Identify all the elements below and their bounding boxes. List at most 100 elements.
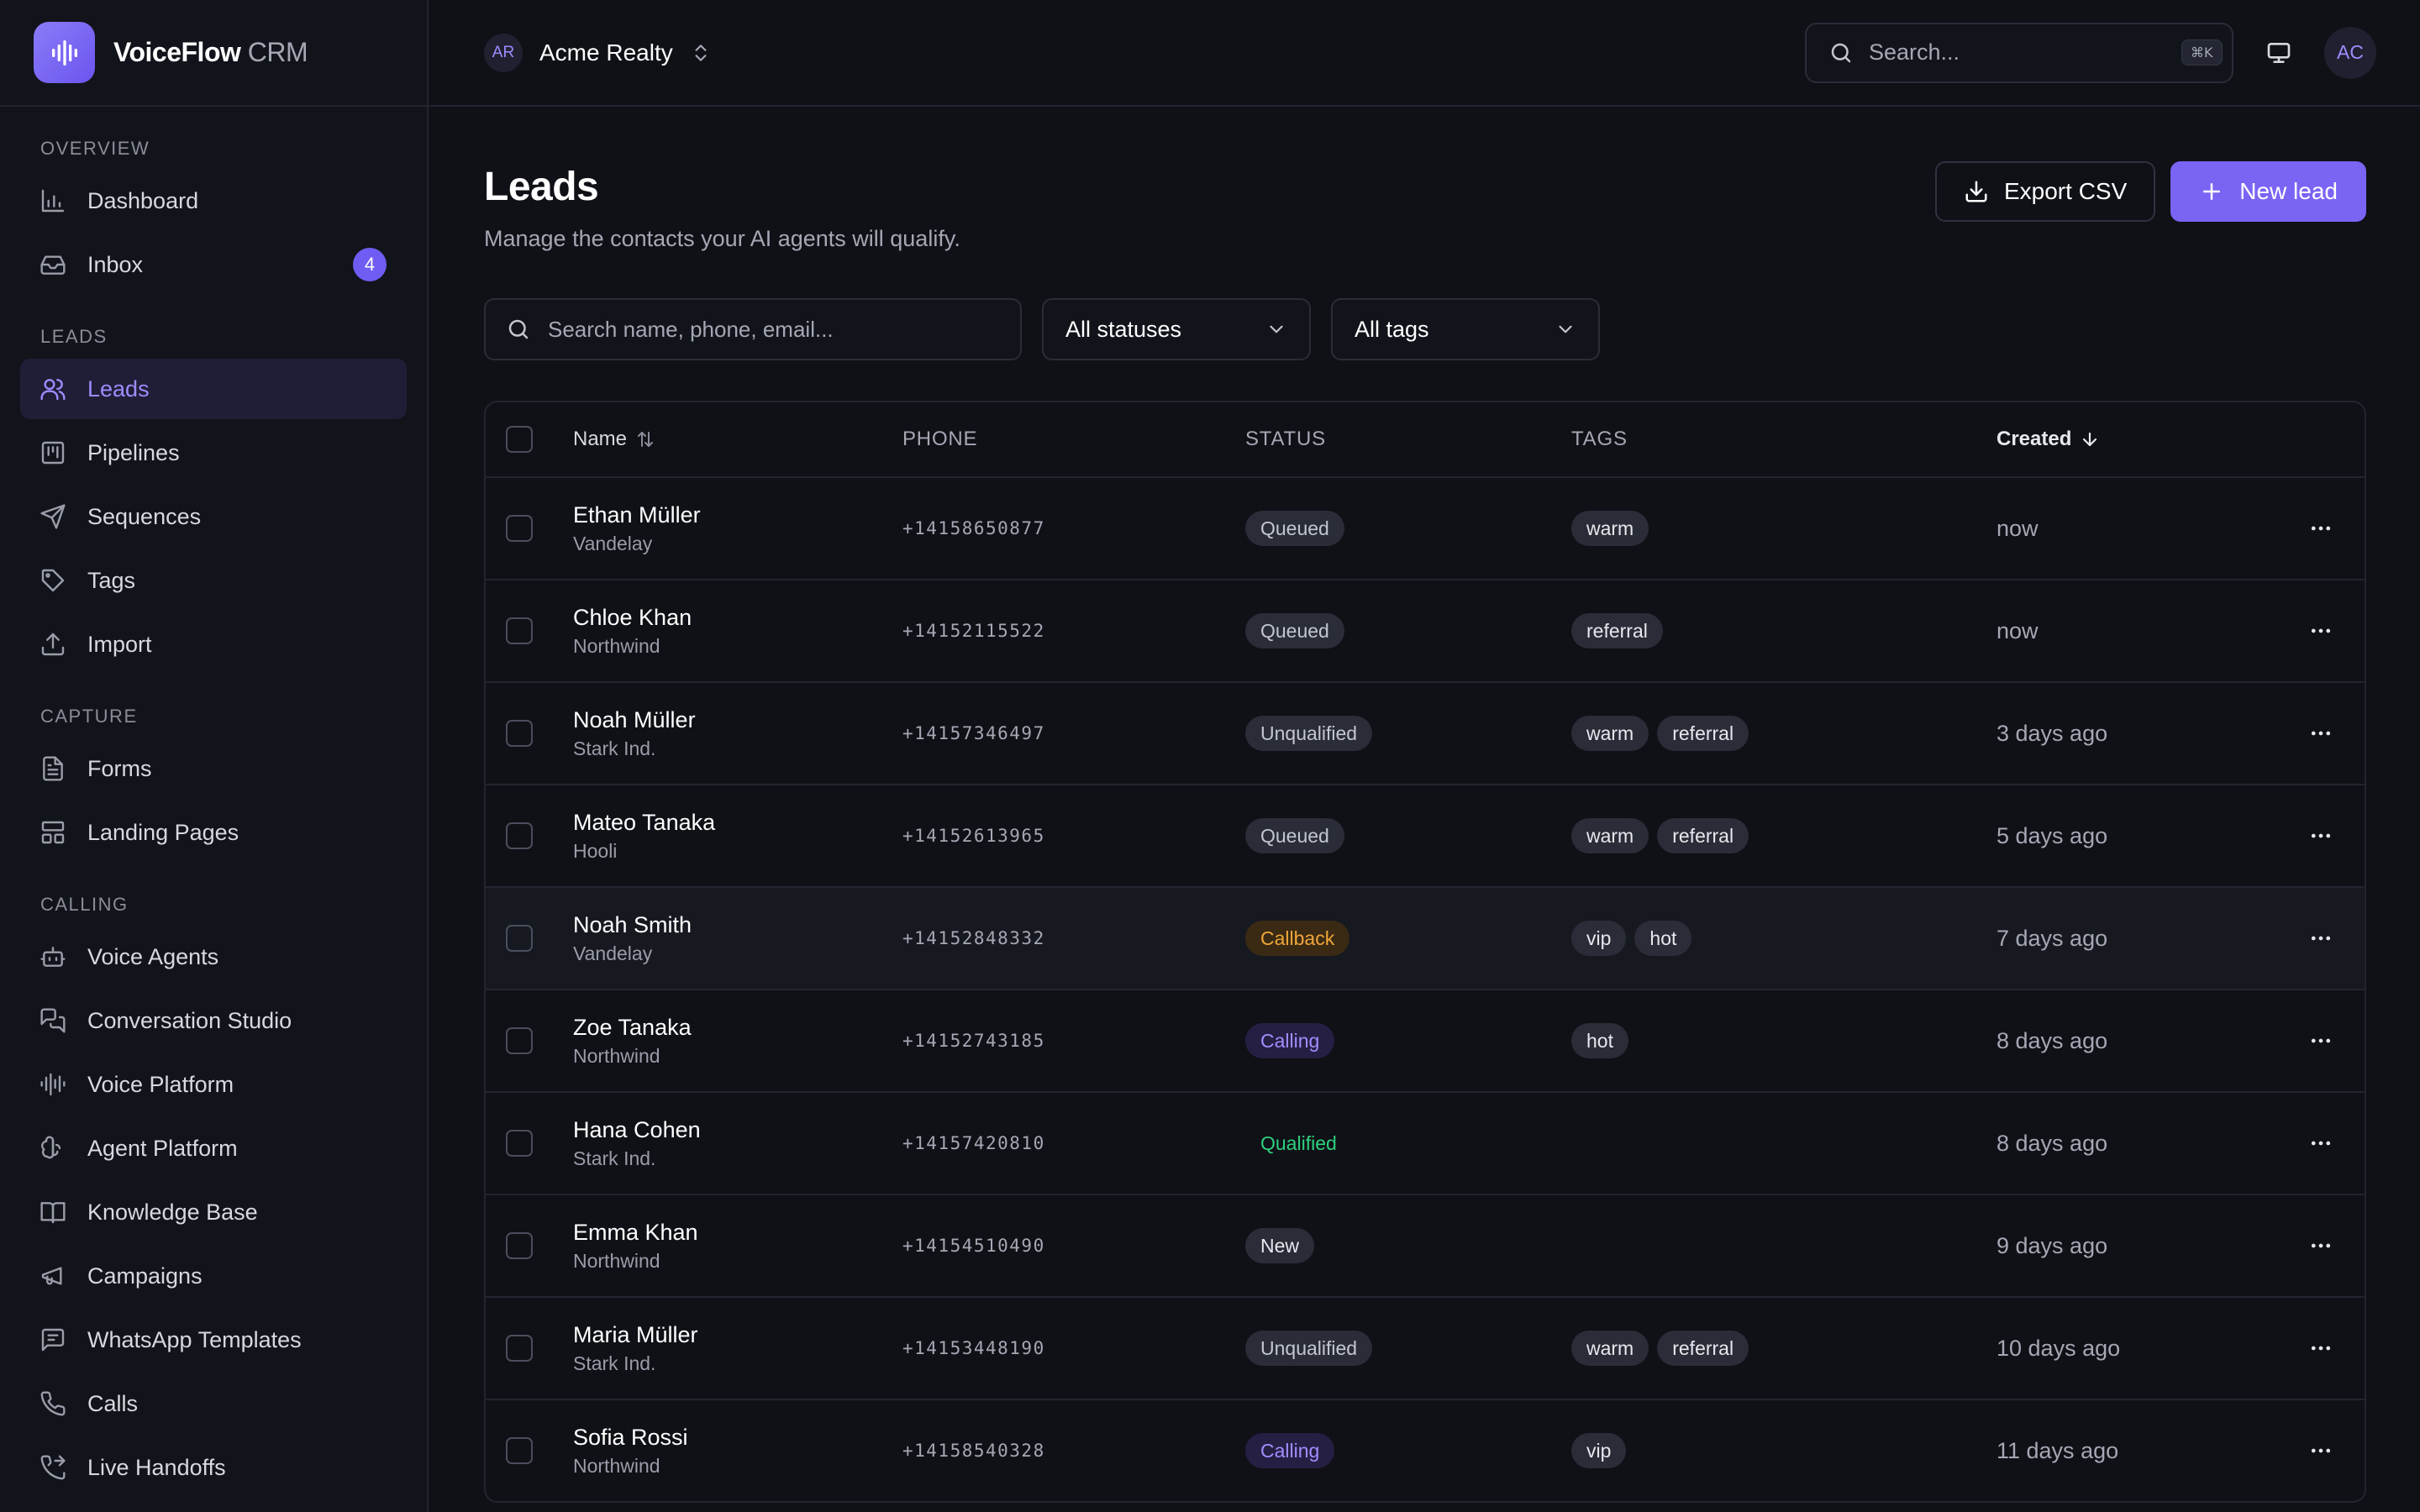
- workspace-switcher[interactable]: AR Acme Realty: [484, 33, 712, 72]
- plus-icon: [2199, 179, 2224, 204]
- more-horizontal-icon[interactable]: [2302, 1125, 2339, 1162]
- workspace-avatar: AR: [484, 33, 523, 72]
- sidebar-item-conversation-studio[interactable]: Conversation Studio: [20, 990, 407, 1051]
- lead-name[interactable]: Noah Müller: [573, 706, 696, 734]
- sidebar-item-agent-platform[interactable]: Agent Platform: [20, 1118, 407, 1179]
- nav-section-capture: CAPTURE Forms Landing Pages: [20, 703, 407, 863]
- sidebar-item-dashboard[interactable]: Dashboard: [20, 171, 407, 231]
- row-checkbox[interactable]: [506, 1130, 533, 1157]
- table-row[interactable]: Zoe Tanaka Northwind +14152743185 Calling ho…: [486, 989, 2365, 1091]
- sidebar-item-campaigns[interactable]: Campaigns: [20, 1246, 407, 1306]
- table-row[interactable]: Noah Smith Vandelay +14152848332 Callback vi…: [486, 886, 2365, 989]
- sidebar-item-import[interactable]: Import: [20, 614, 407, 675]
- row-actions-cell: [2302, 1093, 2339, 1194]
- sidebar-item-forms[interactable]: Forms: [20, 738, 407, 799]
- table-row[interactable]: Maria Müller Stark Ind. +14153448190 Unqual…: [486, 1296, 2365, 1399]
- sidebar-item-knowledge-base[interactable]: Knowledge Base: [20, 1182, 407, 1242]
- sidebar-item-inbox[interactable]: Inbox 4: [20, 234, 407, 295]
- table-row[interactable]: Noah Müller Stark Ind. +14157346497 Unquali…: [486, 681, 2365, 784]
- search-shortcut: ⌘K: [2181, 39, 2223, 66]
- lead-phone-cell: +14157420810: [902, 1093, 1045, 1194]
- sidebar-item-label: Voice Agents: [87, 943, 219, 969]
- sidebar-item-landing-pages[interactable]: Landing Pages: [20, 802, 407, 863]
- lead-name[interactable]: Hana Cohen: [573, 1116, 701, 1144]
- sidebar-item-leads[interactable]: Leads: [20, 359, 407, 419]
- table-row[interactable]: Sofia Rossi Northwind +14158540328 Calling v…: [486, 1399, 2365, 1501]
- sidebar: VoiceFlow CRM OVERVIEW Dashboard Inbox 4 LEA…: [0, 0, 429, 1512]
- sidebar-item-tags[interactable]: Tags: [20, 550, 407, 611]
- lead-name[interactable]: Maria Müller: [573, 1320, 698, 1349]
- lead-name[interactable]: Emma Khan: [573, 1218, 698, 1247]
- lead-created: 5 days ago: [1996, 822, 2108, 848]
- lead-name[interactable]: Ethan Müller: [573, 501, 701, 529]
- lead-phone-cell: +14152613965: [902, 785, 1045, 886]
- more-horizontal-icon[interactable]: [2302, 1330, 2339, 1367]
- lead-status-cell: Queued: [1245, 785, 1344, 886]
- tags-filter-select[interactable]: All tags: [1331, 298, 1600, 360]
- lead-search[interactable]: [484, 298, 1022, 360]
- sidebar-item-whatsapp-templates[interactable]: WhatsApp Templates: [20, 1310, 407, 1370]
- monitor-icon[interactable]: [2257, 31, 2301, 75]
- sidebar-item-live-handoffs[interactable]: Live Handoffs: [20, 1437, 407, 1498]
- select-all-checkbox[interactable]: [506, 426, 533, 453]
- waveform-logo-icon: [34, 22, 95, 83]
- table-row[interactable]: Hana Cohen Stark Ind. +14157420810 Qualifie…: [486, 1091, 2365, 1194]
- more-horizontal-icon[interactable]: [2302, 510, 2339, 547]
- table-row[interactable]: Ethan Müller Vandelay +14158650877 Queued wa…: [486, 476, 2365, 579]
- row-checkbox[interactable]: [506, 925, 533, 952]
- status-badge: Queued: [1245, 511, 1344, 546]
- table-row[interactable]: Mateo Tanaka Hooli +14152613965 Queued warm r…: [486, 784, 2365, 886]
- row-checkbox[interactable]: [506, 720, 533, 747]
- new-lead-label: New lead: [2239, 178, 2338, 204]
- header-name-cell[interactable]: Name: [573, 402, 655, 476]
- table-row[interactable]: Chloe Khan Northwind +14152115522 Queued ref…: [486, 579, 2365, 681]
- lead-name[interactable]: Chloe Khan: [573, 603, 692, 632]
- row-checkbox[interactable]: [506, 617, 533, 644]
- global-search[interactable]: ⌘K: [1805, 22, 2233, 83]
- status-badge: Calling: [1245, 1433, 1335, 1468]
- new-lead-button[interactable]: New lead: [2170, 161, 2366, 222]
- lead-status-cell: Callback: [1245, 888, 1350, 989]
- more-horizontal-icon[interactable]: [2302, 1432, 2339, 1469]
- filters-bar: All statuses All tags: [484, 298, 2366, 360]
- brand[interactable]: VoiceFlow CRM: [0, 0, 427, 107]
- sort-icon: [635, 429, 655, 449]
- user-avatar[interactable]: AC: [2324, 26, 2376, 79]
- search-icon: [506, 317, 531, 342]
- lead-name[interactable]: Noah Smith: [573, 911, 692, 939]
- more-horizontal-icon[interactable]: [2302, 612, 2339, 649]
- table-header: Name PHONE STATUS TAGS Created: [486, 402, 2365, 476]
- status-filter-select[interactable]: All statuses: [1042, 298, 1311, 360]
- row-checkbox[interactable]: [506, 1232, 533, 1259]
- row-checkbox[interactable]: [506, 1027, 533, 1054]
- more-horizontal-icon[interactable]: [2302, 920, 2339, 957]
- row-checkbox[interactable]: [506, 822, 533, 849]
- lead-name[interactable]: Zoe Tanaka: [573, 1013, 692, 1042]
- status-badge: Queued: [1245, 818, 1344, 853]
- lead-name[interactable]: Mateo Tanaka: [573, 808, 715, 837]
- row-check-cell: [506, 785, 533, 886]
- sidebar-item-calls[interactable]: Calls: [20, 1373, 407, 1434]
- more-horizontal-icon[interactable]: [2302, 715, 2339, 752]
- tag-chip: vip: [1571, 1433, 1627, 1468]
- upload-icon: [39, 630, 67, 659]
- sidebar-item-voice-platform[interactable]: Voice Platform: [20, 1054, 407, 1115]
- more-horizontal-icon[interactable]: [2302, 1022, 2339, 1059]
- row-checkbox[interactable]: [506, 1335, 533, 1362]
- column-created: Created: [1996, 428, 2072, 450]
- row-checkbox[interactable]: [506, 515, 533, 542]
- table-row[interactable]: Emma Khan Northwind +14154510490 New 9 days …: [486, 1194, 2365, 1296]
- sidebar-item-sequences[interactable]: Sequences: [20, 486, 407, 547]
- lead-name[interactable]: Sofia Rossi: [573, 1423, 688, 1452]
- sidebar-item-voice-agents[interactable]: Voice Agents: [20, 927, 407, 987]
- more-horizontal-icon[interactable]: [2302, 817, 2339, 854]
- export-csv-button[interactable]: Export CSV: [1934, 161, 2156, 222]
- header-created-cell[interactable]: Created: [1996, 402, 2100, 476]
- lead-status-cell: New: [1245, 1195, 1315, 1296]
- phone-icon: [39, 1389, 67, 1418]
- global-search-input[interactable]: [1869, 39, 2166, 66]
- lead-search-input[interactable]: [548, 316, 1000, 343]
- more-horizontal-icon[interactable]: [2302, 1227, 2339, 1264]
- sidebar-item-pipelines[interactable]: Pipelines: [20, 423, 407, 483]
- row-checkbox[interactable]: [506, 1437, 533, 1464]
